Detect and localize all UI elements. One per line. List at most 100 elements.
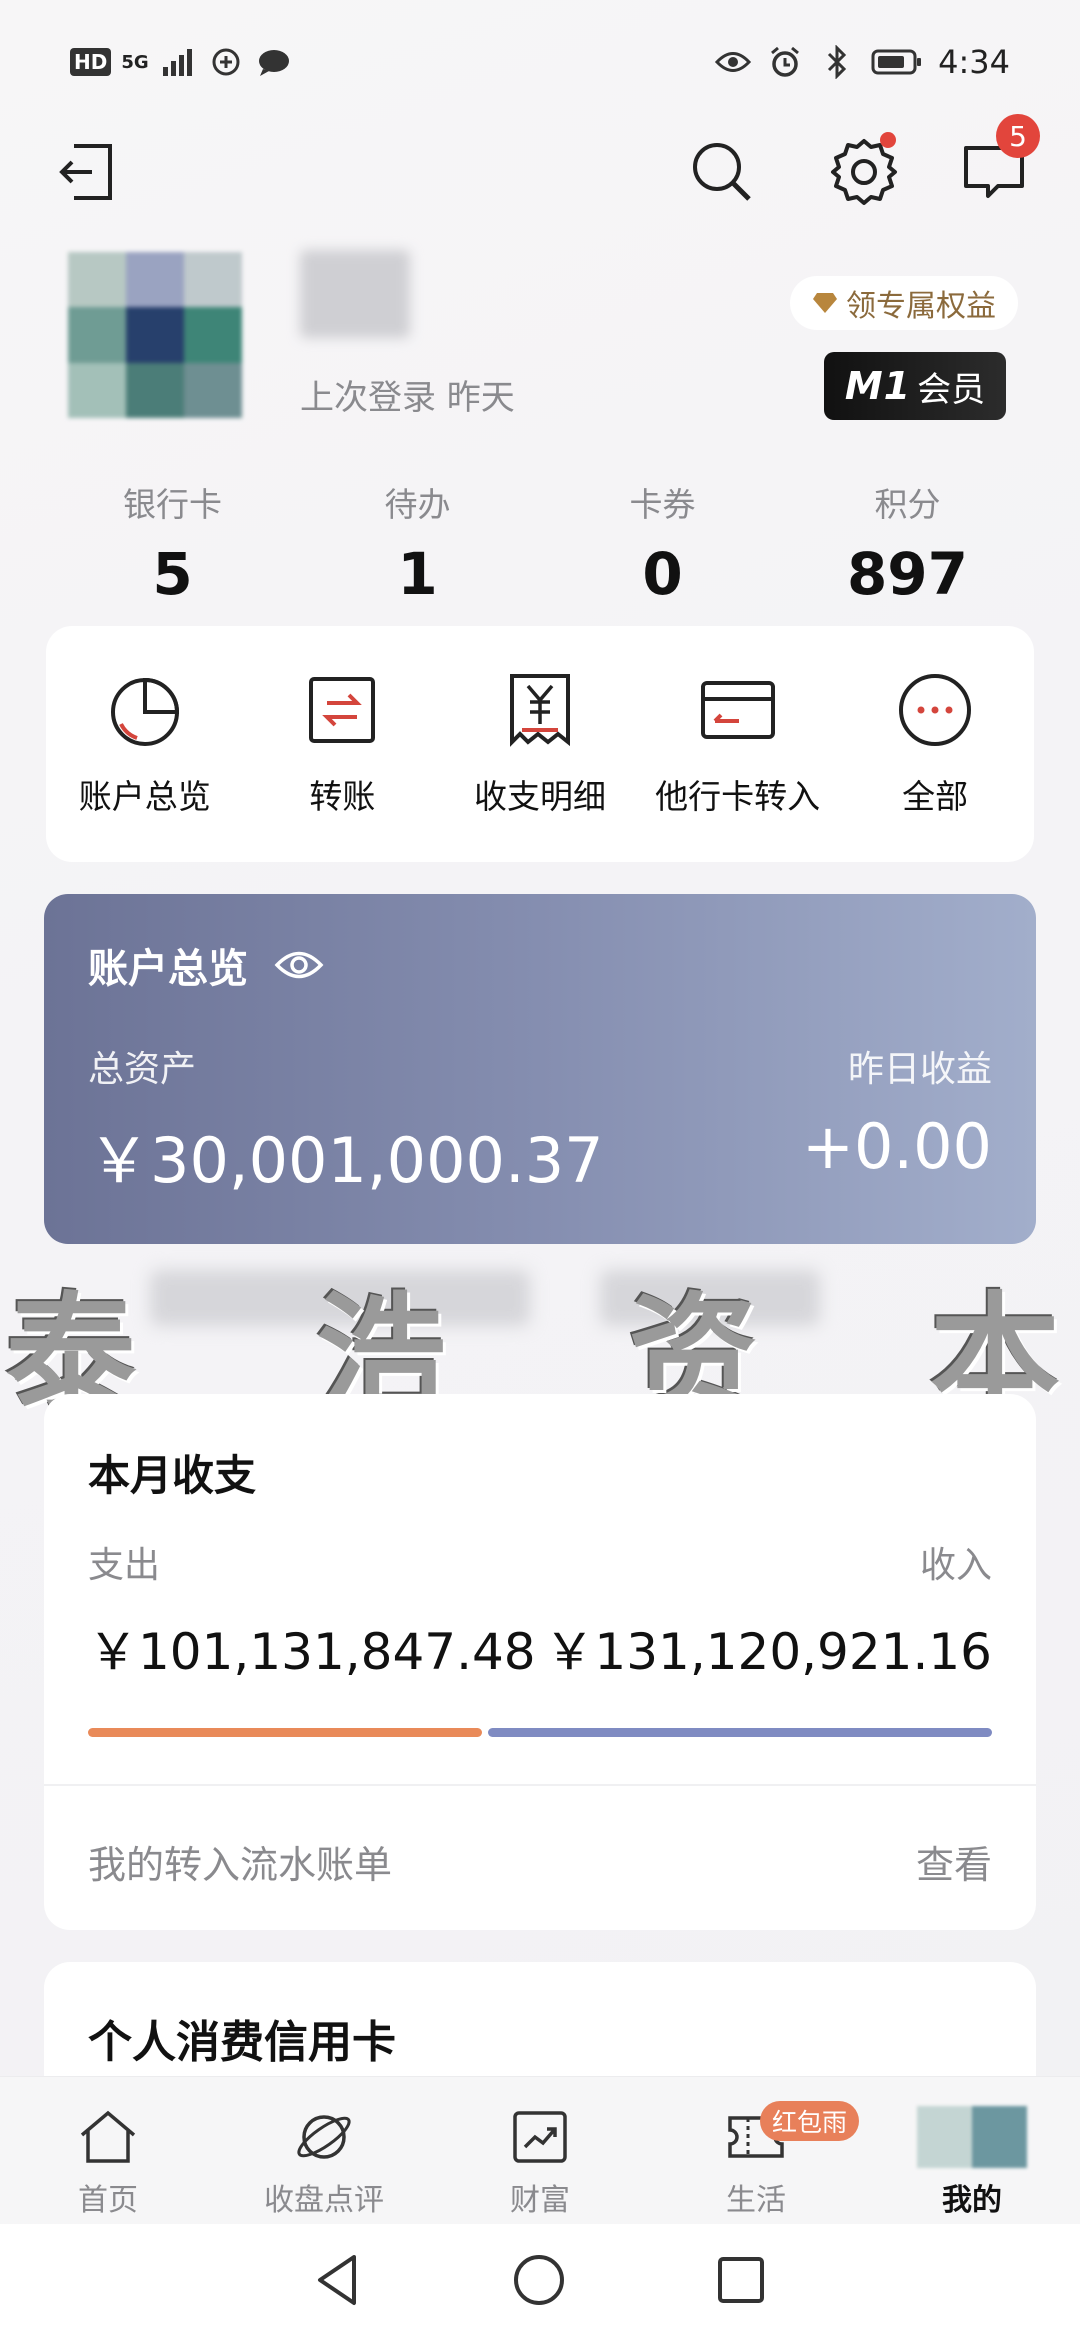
stat-value: 5 xyxy=(152,540,193,608)
nav-label: 我的 xyxy=(942,2183,1002,2218)
transfer-statement-link[interactable]: 我的转入流水账单 xyxy=(88,1834,392,1889)
receipt-icon xyxy=(500,670,580,750)
quick-action-label: 全部 xyxy=(902,777,969,816)
quick-action-label: 收支明细 xyxy=(473,777,606,816)
quick-action-label: 他行卡转入 xyxy=(655,777,821,816)
recents-square-icon xyxy=(718,2257,764,2303)
settings-button[interactable] xyxy=(822,130,906,214)
eye-icon xyxy=(714,43,752,81)
search-button[interactable] xyxy=(680,130,764,214)
expense-label: 支出 xyxy=(88,1545,161,1586)
total-assets-label: 总资产 xyxy=(88,1049,197,1090)
settings-notification-dot xyxy=(880,132,896,148)
clock: 4:34 xyxy=(938,43,1010,81)
quick-action-label: 账户总览 xyxy=(78,777,211,816)
visibility-toggle[interactable] xyxy=(274,948,324,982)
logout-button[interactable] xyxy=(44,130,128,214)
benefits-button[interactable]: 领专属权益 xyxy=(790,276,1018,330)
yesterday-income-value: +0.00 xyxy=(802,1110,992,1183)
overview-title-row: 账户总览 xyxy=(88,936,324,994)
member-badge[interactable]: M1 会员 xyxy=(824,352,1006,420)
messages-button[interactable]: 5 xyxy=(952,114,1040,214)
quick-action-other-bank-in[interactable]: 他行卡转入 xyxy=(639,626,837,862)
diamond-icon xyxy=(813,293,837,313)
trend-chart-icon xyxy=(508,2105,572,2169)
stat-bank-cards[interactable]: 银行卡 5 xyxy=(50,478,295,608)
stat-value: 897 xyxy=(846,540,969,608)
view-button[interactable]: 查看 xyxy=(916,1834,992,1889)
user-name-blurred xyxy=(300,250,410,338)
nav-wealth[interactable]: 财富 xyxy=(432,2077,648,2225)
transfer-icon xyxy=(302,670,382,750)
message-count-badge: 5 xyxy=(996,114,1040,158)
battery-icon xyxy=(870,43,924,81)
nav-label: 收盘点评 xyxy=(264,2183,384,2218)
benefits-label: 领专属权益 xyxy=(846,289,996,324)
status-bar-right: 4:34 xyxy=(714,40,1010,84)
income-bar xyxy=(488,1728,992,1737)
nav-me[interactable]: 我的 xyxy=(864,2077,1080,2225)
home-icon xyxy=(76,2105,140,2169)
signal-icon xyxy=(159,43,197,81)
stat-coupons[interactable]: 卡券 0 xyxy=(540,478,785,608)
last-login-text: 上次登录 昨天 xyxy=(300,378,515,418)
avatar xyxy=(917,2105,1027,2169)
stat-label: 卡券 xyxy=(629,485,696,524)
red-packet-badge: 红包雨 xyxy=(760,2101,860,2141)
overview-title: 账户总览 xyxy=(88,946,248,992)
system-nav-bar xyxy=(0,2224,1080,2340)
member-label: 会员 xyxy=(917,369,986,410)
bluetooth-icon xyxy=(818,43,856,81)
member-tier: M1 xyxy=(844,364,912,408)
stat-label: 积分 xyxy=(874,485,941,524)
expense-bar xyxy=(88,1728,482,1737)
income-value: ￥131,120,921.16 xyxy=(544,1623,992,1681)
pie-chart-icon xyxy=(105,670,185,750)
network-label: 5G xyxy=(121,51,149,73)
income-label: 收入 xyxy=(919,1545,992,1586)
stat-label: 待办 xyxy=(384,485,451,524)
back-button[interactable] xyxy=(314,2253,362,2311)
quick-action-transactions[interactable]: 收支明细 xyxy=(441,626,639,862)
search-icon xyxy=(693,143,751,201)
eye-icon xyxy=(274,951,324,979)
app-notification-icon xyxy=(207,43,245,81)
more-icon xyxy=(895,670,975,750)
home-button[interactable] xyxy=(512,2253,566,2311)
quick-action-account-overview[interactable]: 账户总览 xyxy=(46,626,244,862)
stat-value: 1 xyxy=(397,540,438,608)
planet-icon xyxy=(292,2105,356,2169)
stats-row: 银行卡 5 待办 1 卡券 0 积分 897 xyxy=(50,478,1030,608)
nav-market-review[interactable]: 收盘点评 xyxy=(216,2077,432,2225)
quick-action-label: 转账 xyxy=(309,777,376,816)
stat-label: 银行卡 xyxy=(123,485,222,524)
yesterday-income-label: 昨日收益 xyxy=(847,1049,992,1090)
home-circle-icon xyxy=(514,2255,564,2305)
alarm-icon xyxy=(766,43,804,81)
divider xyxy=(44,1784,1036,1786)
nav-home[interactable]: 首页 xyxy=(0,2077,216,2225)
back-triangle-icon xyxy=(318,2255,356,2305)
nav-label: 生活 xyxy=(726,2183,786,2218)
monthly-summary-card: 本月收支 支出 收入 ￥101,131,847.48 ￥131,120,921.… xyxy=(44,1394,1036,1930)
stat-value: 0 xyxy=(642,540,683,608)
card-transfer-icon xyxy=(698,670,778,750)
avatar[interactable] xyxy=(68,252,242,418)
quick-actions: 账户总览 转账 收支明细 他行卡转入 全部 xyxy=(46,626,1034,862)
nav-label: 财富 xyxy=(510,2183,570,2218)
status-bar-left: HD 5G xyxy=(70,40,293,84)
quick-action-transfer[interactable]: 转账 xyxy=(244,626,442,862)
nav-life[interactable]: 生活 红包雨 xyxy=(648,2077,864,2225)
quick-action-all[interactable]: 全部 xyxy=(836,626,1034,862)
nav-label: 首页 xyxy=(78,2183,138,2218)
stat-points[interactable]: 积分 897 xyxy=(785,478,1030,608)
bottom-nav: 首页 收盘点评 财富 生活 红包雨 我的 xyxy=(0,2076,1080,2225)
stat-todo[interactable]: 待办 1 xyxy=(295,478,540,608)
account-overview-card[interactable]: 账户总览 总资产 昨日收益 ￥30,001,000.37 +0.00 xyxy=(44,894,1036,1244)
chat-bubble-icon xyxy=(255,43,293,81)
recents-button[interactable] xyxy=(716,2255,766,2309)
total-assets-value: ￥30,001,000.37 xyxy=(88,1124,604,1197)
credit-card-title: 个人消费信用卡 xyxy=(88,2017,396,2068)
logout-icon xyxy=(59,144,112,200)
hd-label: HD xyxy=(70,48,112,76)
